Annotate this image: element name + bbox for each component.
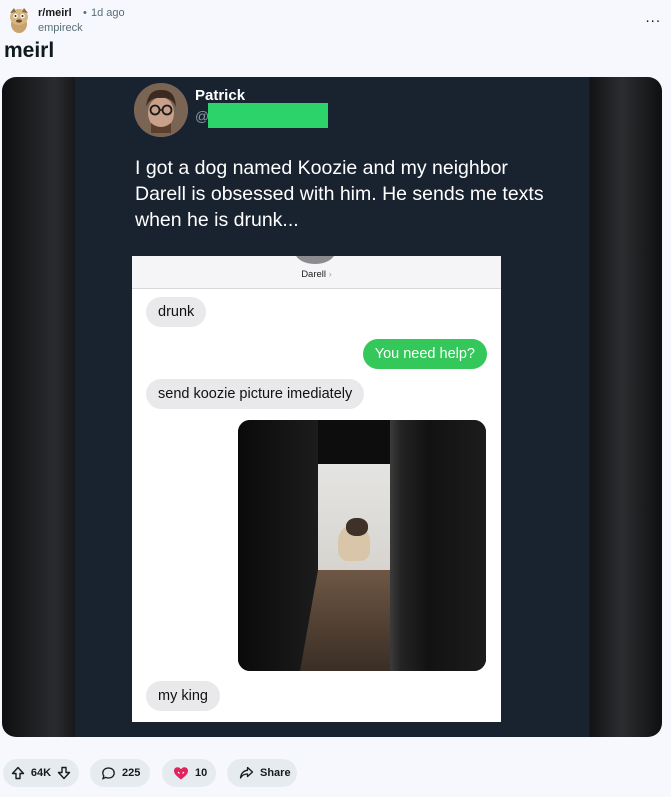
vote-count: 64K — [30, 767, 52, 779]
tweet-avatar — [134, 83, 188, 137]
award-button[interactable]: 10 — [162, 759, 216, 787]
subreddit-name[interactable]: r/meirl — [38, 7, 72, 19]
separator-dot: • — [83, 7, 87, 19]
speech-bubble-icon — [101, 766, 116, 781]
imessage-screenshot: Darell › drunk You need help? send koozi… — [132, 256, 501, 722]
arrow-down-icon[interactable] — [57, 766, 71, 780]
open-door — [390, 420, 486, 671]
heart-award-icon — [173, 766, 189, 781]
contact-name: Darell — [301, 269, 326, 280]
contact-avatar — [295, 256, 335, 264]
vote-control: 64K — [3, 759, 79, 787]
share-label: Share — [260, 767, 291, 779]
post-header: r/meirl • 1d ago empireck ... — [6, 5, 665, 37]
comments-button[interactable]: 225 — [90, 759, 150, 787]
contact-header: Darell › — [132, 256, 501, 289]
post-image[interactable]: Patrick @ I got a dog named Koozie and m… — [2, 77, 662, 737]
handle-redaction-block — [208, 103, 328, 128]
message-received: send koozie picture imediately — [146, 379, 365, 409]
tweet-user-name: Patrick — [195, 87, 246, 104]
post-action-bar: 64K 225 10 Share — [0, 759, 671, 787]
share-button[interactable]: Share — [227, 759, 297, 787]
comment-count: 225 — [122, 767, 141, 779]
pug-photo — [238, 420, 486, 671]
tweet-text: I got a dog named Koozie and my neighbor… — [135, 157, 544, 231]
pug-face — [346, 518, 368, 536]
chevron-right-icon: › — [328, 269, 332, 280]
message-sent: You need help? — [362, 339, 487, 369]
arrow-up-icon[interactable] — [11, 766, 25, 780]
award-count: 10 — [195, 767, 208, 779]
message-received: drunk — [146, 297, 207, 327]
more-options-button[interactable]: ... — [645, 9, 661, 26]
message-received: my king — [146, 681, 220, 711]
post-time: 1d ago — [91, 7, 125, 19]
subreddit-avatar-icon[interactable] — [6, 5, 32, 35]
post-title[interactable]: meirl — [4, 39, 54, 63]
contact-name-row: Darell › — [132, 269, 501, 280]
share-arrow-icon — [239, 766, 254, 780]
post-author[interactable]: empireck — [38, 22, 83, 34]
hallway-wall — [238, 420, 318, 671]
tweet-screenshot: Patrick @ I got a dog named Koozie and m… — [75, 77, 588, 737]
